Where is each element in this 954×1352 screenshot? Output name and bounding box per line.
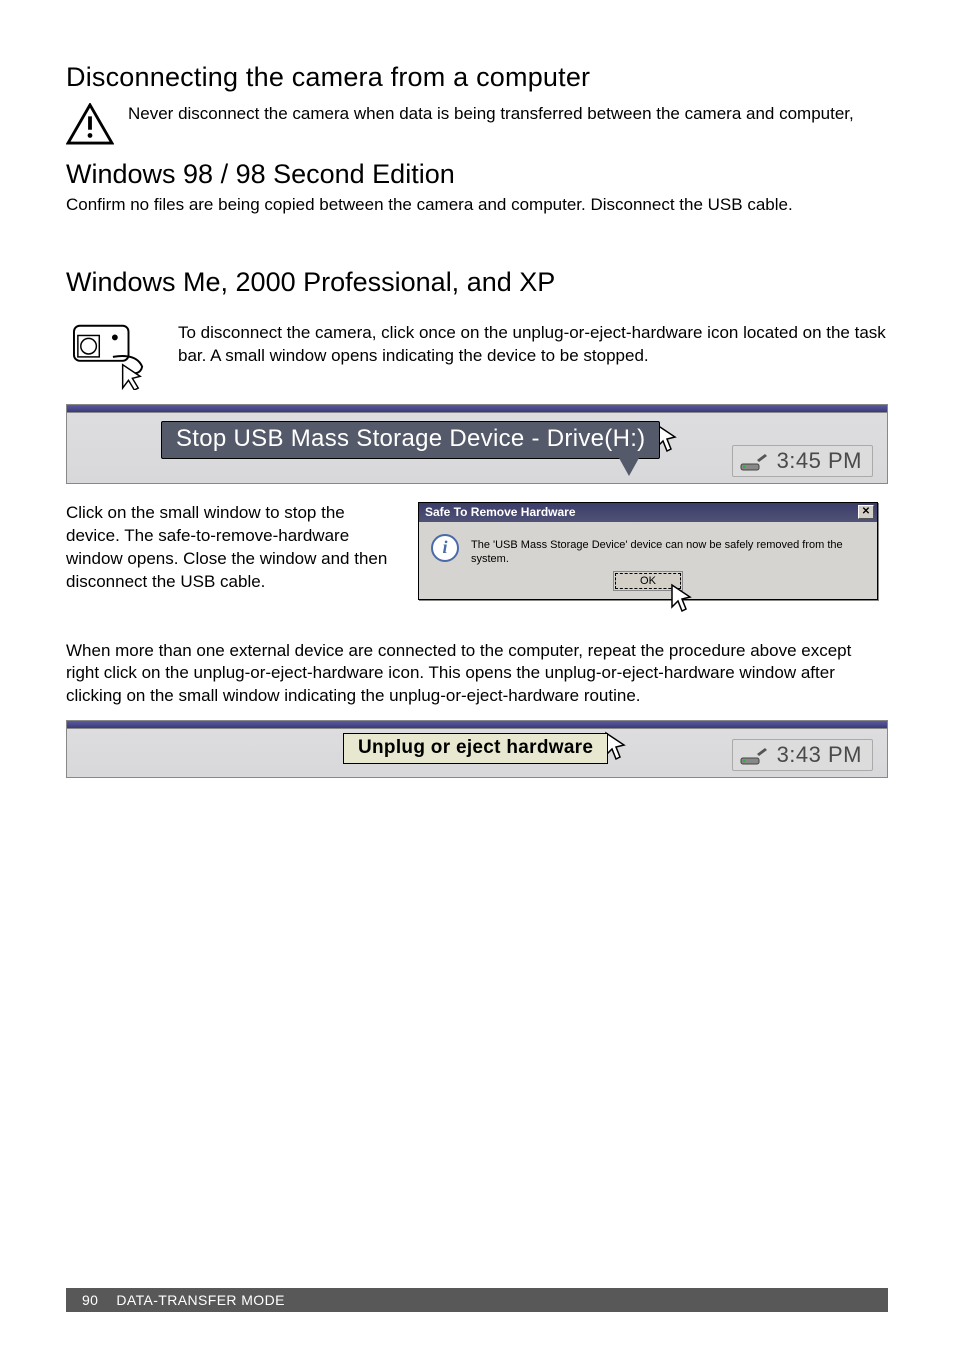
me-2000-xp-text: To disconnect the camera, click once on …: [178, 316, 888, 368]
taskbar-divider: [67, 405, 887, 413]
system-tray: 3:43 PM: [732, 739, 873, 771]
heading-win98: Windows 98 / 98 Second Edition: [66, 159, 888, 190]
page-footer: 90 DATA-TRANSFER MODE: [66, 1288, 888, 1312]
dialog-titlebar: Safe To Remove Hardware ✕: [419, 503, 877, 522]
instruction-row: To disconnect the camera, click once on …: [66, 316, 888, 390]
dialog-message: The 'USB Mass Storage Device' device can…: [471, 534, 865, 567]
taskbar-screenshot-1: Stop USB Mass Storage Device - Drive(H:)…: [66, 404, 888, 484]
safe-remove-row: Click on the small window to stop the de…: [66, 502, 888, 600]
tray-clock: 3:43 PM: [777, 742, 862, 768]
warning-triangle-icon: [66, 103, 114, 145]
system-tray: 3:45 PM: [732, 445, 873, 477]
taskbar-divider: [67, 721, 887, 729]
heading-winme-2000-xp: Windows Me, 2000 Professional, and XP: [66, 267, 888, 298]
page-number: 90: [82, 1292, 98, 1308]
heading-disconnecting: Disconnecting the camera from a computer: [66, 62, 888, 93]
win98-text: Confirm no files are being copied betwee…: [66, 194, 888, 217]
close-button[interactable]: ✕: [858, 505, 874, 519]
footer-title: DATA-TRANSFER MODE: [116, 1292, 284, 1308]
eject-hardware-tray-icon[interactable]: [739, 450, 769, 472]
warning-text: Never disconnect the camera when data is…: [128, 103, 854, 126]
info-icon: i: [431, 534, 459, 562]
mouse-cursor-icon: [670, 583, 692, 613]
camera-with-cursor-icon: [66, 316, 154, 390]
warning-block: Never disconnect the camera when data is…: [66, 103, 888, 145]
stop-device-balloon[interactable]: Stop USB Mass Storage Device - Drive(H:): [161, 421, 660, 459]
unplug-eject-tooltip[interactable]: Unplug or eject hardware: [343, 733, 608, 764]
safe-to-remove-dialog: Safe To Remove Hardware ✕ i The 'USB Mas…: [418, 502, 878, 600]
tray-clock: 3:45 PM: [777, 448, 862, 474]
safe-remove-instructions: Click on the small window to stop the de…: [66, 502, 396, 594]
dialog-title-text: Safe To Remove Hardware: [425, 505, 576, 519]
eject-hardware-tray-icon[interactable]: [739, 744, 769, 766]
multi-device-text: When more than one external device are c…: [66, 640, 888, 709]
taskbar-screenshot-2: Unplug or eject hardware 3:43 PM: [66, 720, 888, 778]
